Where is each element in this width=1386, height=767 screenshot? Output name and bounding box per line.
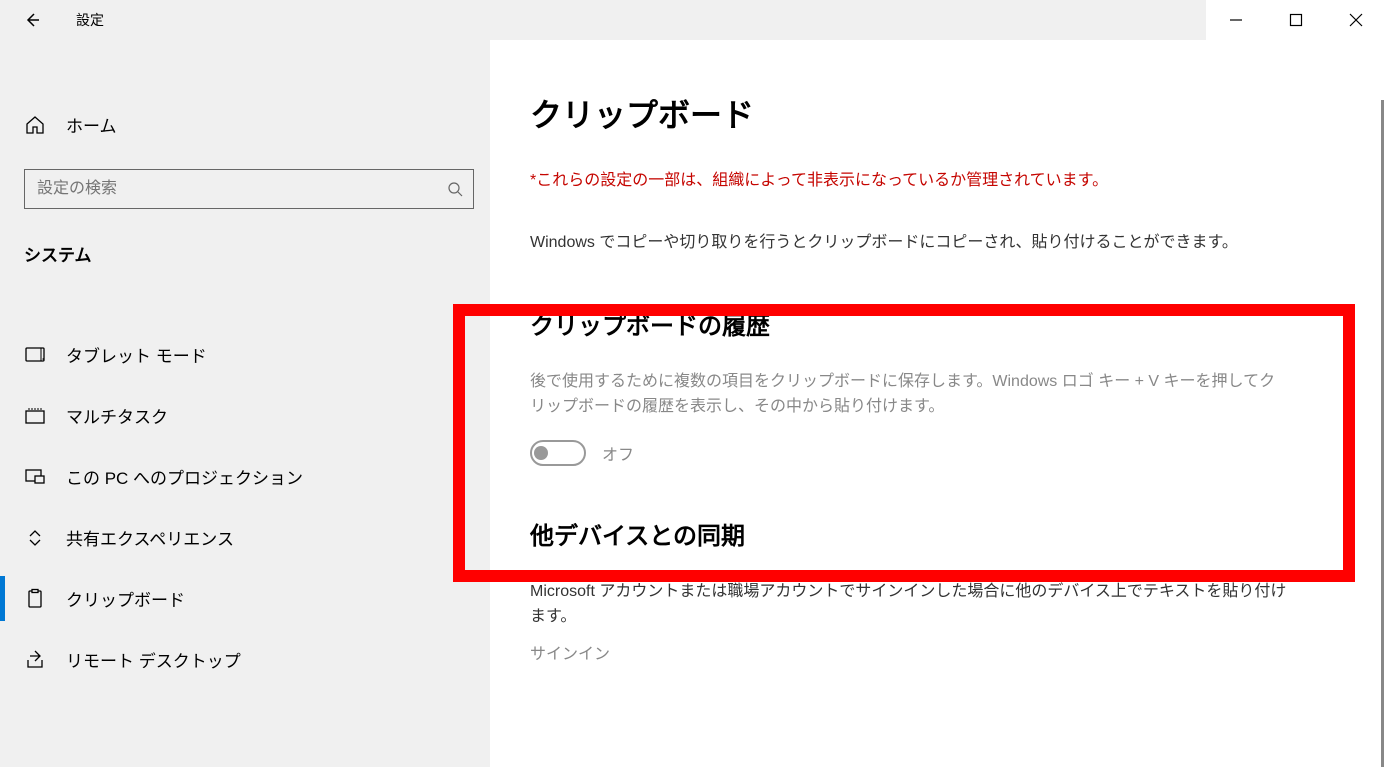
history-section-description: 後で使用するために複数の項目をクリップボードに保存します。Windows ロゴ …	[530, 369, 1290, 420]
search-icon	[437, 181, 473, 197]
history-toggle[interactable]	[530, 440, 586, 466]
clipboard-description: Windows でコピーや切り取りを行うとクリップボードにコピーされ、貼り付ける…	[530, 230, 1290, 256]
history-toggle-label: オフ	[602, 441, 634, 465]
maximize-button[interactable]	[1266, 0, 1326, 40]
tablet-icon	[24, 344, 46, 366]
sidebar-item-multitask[interactable]: マルチタスク	[0, 385, 490, 446]
nav-list: タブレット モード マルチタスク この PC へのプロジェクション 共有エクスペ…	[0, 324, 490, 690]
minimize-icon	[1229, 13, 1243, 27]
sidebar-item-label: クリップボード	[66, 586, 185, 611]
maximize-icon	[1289, 13, 1303, 27]
close-button[interactable]	[1326, 0, 1386, 40]
projection-icon	[24, 466, 46, 488]
home-icon	[24, 114, 46, 136]
remote-desktop-icon	[24, 649, 46, 671]
sidebar-item-clipboard[interactable]: クリップボード	[0, 568, 490, 629]
sync-section-title: 他デバイスとの同期	[530, 516, 1290, 551]
sidebar-item-label: タブレット モード	[66, 342, 207, 367]
page-title: クリップボード	[530, 90, 1290, 136]
search-input[interactable]	[25, 172, 437, 206]
sidebar-item-shared-experiences[interactable]: 共有エクスペリエンス	[0, 507, 490, 568]
back-button[interactable]	[12, 0, 52, 40]
content-area: クリップボード *これらの設定の一部は、組織によって非表示になっているか管理され…	[490, 40, 1386, 767]
sidebar-item-label: リモート デスクトップ	[66, 647, 241, 672]
home-link[interactable]: ホーム	[0, 100, 490, 149]
history-toggle-row: オフ	[530, 440, 1290, 466]
share-icon	[24, 527, 46, 549]
history-section-title: クリップボードの履歴	[530, 306, 1290, 341]
sync-signin-link[interactable]: サインイン	[530, 640, 1290, 664]
search-box[interactable]	[24, 169, 474, 209]
multitask-icon	[24, 405, 46, 427]
scrollbar[interactable]	[1381, 100, 1384, 767]
minimize-button[interactable]	[1206, 0, 1266, 40]
window-controls	[1206, 0, 1386, 40]
toggle-knob	[534, 446, 548, 460]
category-label: システム	[0, 229, 490, 294]
window-title: 設定	[76, 10, 104, 30]
home-label: ホーム	[66, 112, 117, 137]
arrow-left-icon	[23, 11, 41, 29]
sidebar-item-label: マルチタスク	[66, 403, 168, 428]
titlebar: 設定	[0, 0, 1386, 40]
sidebar-item-remote-desktop[interactable]: リモート デスクトップ	[0, 629, 490, 690]
clipboard-icon	[24, 588, 46, 610]
sidebar: ホーム システム タブレット モード マルチタスク この PC へのプロジェクシ…	[0, 40, 490, 767]
sidebar-item-label: 共有エクスペリエンス	[66, 525, 234, 550]
sidebar-item-tablet-mode[interactable]: タブレット モード	[0, 324, 490, 385]
sync-section-description: Microsoft アカウントまたは職場アカウントでサインインした場合に他のデバ…	[530, 579, 1290, 630]
close-icon	[1349, 13, 1363, 27]
sidebar-item-projection[interactable]: この PC へのプロジェクション	[0, 446, 490, 507]
policy-warning: *これらの設定の一部は、組織によって非表示になっているか管理されています。	[530, 166, 1290, 190]
sidebar-item-label: この PC へのプロジェクション	[66, 464, 303, 489]
